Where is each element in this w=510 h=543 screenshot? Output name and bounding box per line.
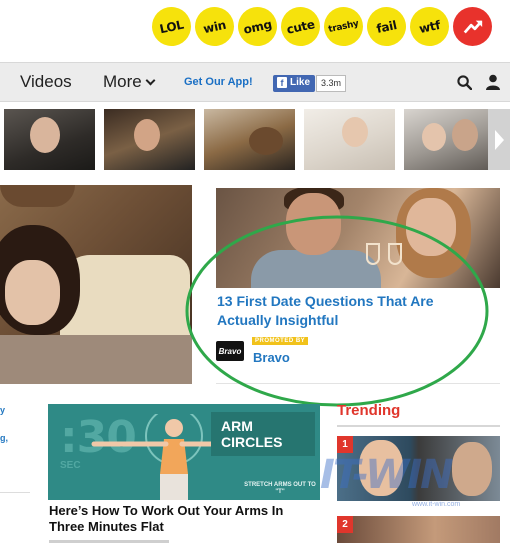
- left-fragment-link[interactable]: [0, 417, 8, 431]
- search-icon[interactable]: [457, 75, 472, 90]
- carousel-thumbnail[interactable]: [104, 109, 195, 170]
- nav-videos-link[interactable]: Videos: [20, 72, 72, 92]
- reaction-bar: LOL win omg cute trashy fail wtf: [148, 3, 496, 50]
- trending-item[interactable]: 2: [337, 516, 500, 543]
- left-column-fragments: y g,: [0, 403, 8, 445]
- arm-article-title[interactable]: Here’s How To Work Out Your Arms In Thre…: [49, 503, 319, 535]
- reaction-fail-button[interactable]: fail: [363, 3, 410, 50]
- carousel-thumbnail[interactable]: [4, 109, 95, 170]
- main-nav: Videos More Get Our App! f Like 3.3m: [0, 62, 510, 102]
- watermark-logo: IT-WIN: [320, 452, 454, 498]
- user-account-icon[interactable]: [485, 74, 501, 90]
- trending-arrow-icon: [463, 20, 482, 33]
- chevron-right-icon: [494, 129, 504, 150]
- nav-more-label: More: [103, 72, 142, 91]
- reaction-win-button[interactable]: win: [191, 3, 238, 50]
- timer-unit: SEC: [60, 460, 81, 471]
- exercise-label: ARM CIRCLES: [211, 412, 315, 456]
- watermark-url: www.it-win.com: [412, 501, 461, 508]
- trending-rank-badge: 1: [337, 436, 353, 453]
- get-app-link[interactable]: Get Our App!: [184, 76, 253, 88]
- chevron-down-icon: [145, 75, 156, 86]
- carousel-thumbnail[interactable]: [304, 109, 395, 170]
- nav-more-menu[interactable]: More: [103, 72, 156, 92]
- left-fragment-link[interactable]: g,: [0, 431, 8, 445]
- trending-rank-badge: 2: [337, 516, 353, 533]
- carousel-next-button[interactable]: [488, 109, 510, 170]
- reaction-wtf-button[interactable]: wtf: [406, 3, 453, 50]
- carousel-thumbnail[interactable]: [404, 109, 488, 170]
- facebook-like-label: Like: [290, 77, 311, 88]
- exercise-caption: STRETCH ARMS OUT TO "T": [244, 482, 316, 495]
- reaction-trashy-button[interactable]: trashy: [320, 3, 367, 50]
- facebook-like-count: 3.3m: [316, 75, 347, 92]
- reaction-omg-button[interactable]: omg: [234, 3, 281, 50]
- divider: [337, 425, 500, 427]
- carousel-thumbnail[interactable]: [204, 109, 295, 170]
- trending-arrow-button[interactable]: [453, 7, 492, 46]
- facebook-icon: f: [277, 77, 287, 88]
- facebook-like-button[interactable]: f Like: [273, 75, 316, 92]
- thumbnail-carousel: [4, 109, 497, 170]
- reaction-cute-button[interactable]: cute: [277, 3, 324, 50]
- trending-heading: Trending: [337, 402, 401, 419]
- reaction-lol-button[interactable]: LOL: [148, 3, 195, 50]
- highlight-annotation: [185, 215, 489, 407]
- arm-workout-image[interactable]: :30 SEC ARM CIRCLES STRETCH ARMS OUT TO …: [48, 404, 320, 500]
- divider: [0, 492, 30, 493]
- hero-article-image[interactable]: [0, 185, 192, 384]
- left-fragment-link[interactable]: y: [0, 403, 8, 417]
